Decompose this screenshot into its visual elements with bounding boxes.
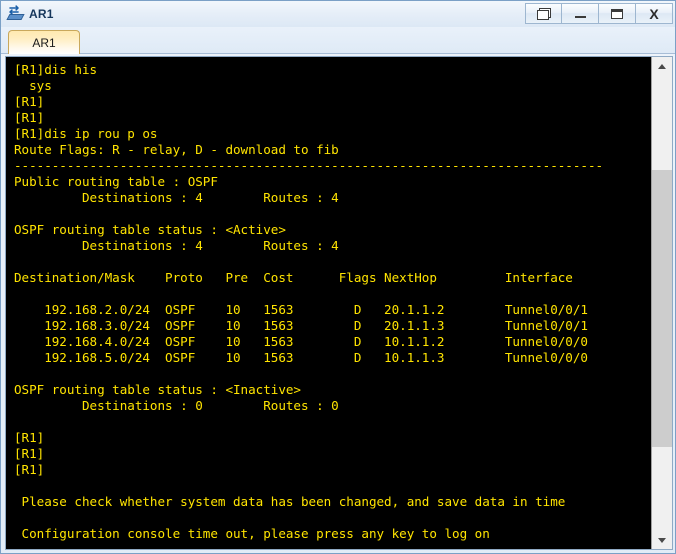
window-controls: X bbox=[525, 3, 673, 24]
router-icon: ⇄ bbox=[6, 4, 26, 23]
tab-strip: AR1 bbox=[1, 27, 675, 54]
scroll-up-button[interactable] bbox=[652, 57, 672, 75]
restore-icon bbox=[536, 7, 551, 20]
terminal-window: ⇄ AR1 X AR1 [R1]dis his sys [R1] [R1] [R bbox=[0, 0, 676, 554]
maximize-button[interactable] bbox=[599, 3, 636, 24]
terminal-output-area[interactable]: [R1]dis his sys [R1] [R1] [R1]dis ip rou… bbox=[6, 57, 651, 549]
close-icon: X bbox=[649, 5, 659, 22]
terminal-frame: [R1]dis his sys [R1] [R1] [R1]dis ip rou… bbox=[5, 56, 673, 550]
chevron-down-icon bbox=[658, 537, 666, 543]
maximize-icon bbox=[611, 8, 623, 19]
close-button[interactable]: X bbox=[636, 3, 673, 24]
minimize-icon bbox=[574, 10, 586, 18]
tab-ar1[interactable]: AR1 bbox=[8, 30, 80, 54]
terminal-text: [R1]dis his sys [R1] [R1] [R1]dis ip rou… bbox=[14, 62, 604, 541]
scroll-down-button[interactable] bbox=[652, 531, 672, 549]
terminal-scrollbar[interactable] bbox=[651, 57, 672, 549]
restore-button[interactable] bbox=[525, 3, 562, 24]
scrollbar-thumb[interactable] bbox=[652, 170, 672, 447]
chevron-up-icon bbox=[658, 63, 666, 69]
title-bar[interactable]: ⇄ AR1 X bbox=[1, 1, 675, 27]
minimize-button[interactable] bbox=[562, 3, 599, 24]
window-title: AR1 bbox=[29, 7, 54, 21]
tab-label: AR1 bbox=[32, 35, 56, 50]
